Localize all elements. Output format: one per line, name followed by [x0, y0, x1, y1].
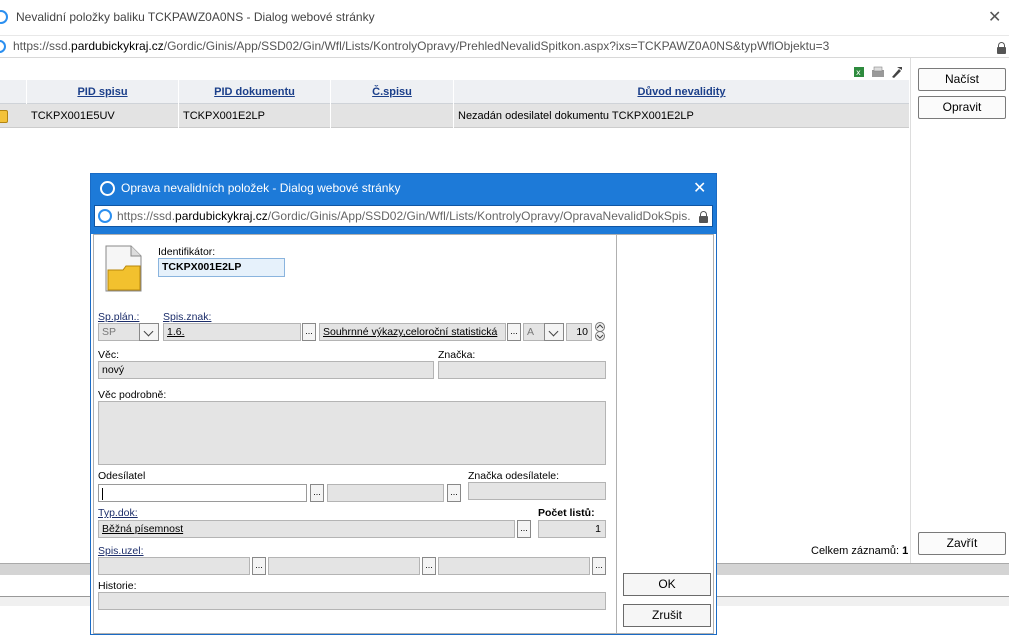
znacka-label: Značka:: [438, 349, 476, 361]
sp-plan-select[interactable]: SP: [98, 323, 140, 341]
cell-pid-spisu: TCKPX001E5UV: [27, 104, 179, 128]
skart-lhuta-field[interactable]: 10: [566, 323, 592, 341]
typ-dok-label: Typ.dok:: [98, 507, 138, 519]
spis-uzel-browse-button-1[interactable]: ...: [252, 557, 266, 575]
spis-uzel-browse-button-2[interactable]: ...: [422, 557, 436, 575]
znacka-field[interactable]: [438, 361, 606, 379]
skart-znak-select[interactable]: A: [523, 323, 545, 341]
znacka-odesilatele-field[interactable]: [468, 482, 606, 500]
outer-titlebar: Nevalidní položky baliku TCKPAWZ0A0NS - …: [0, 0, 1009, 36]
dialog-url-box: https://ssd.pardubickykraj.cz/Gordic/Gin…: [94, 205, 713, 227]
column-duvod-nevalidity[interactable]: Důvod nevalidity: [454, 80, 910, 104]
grid-header: PID spisu PID dokumentu Č.spisu Důvod ne…: [0, 80, 910, 104]
lock-icon: [997, 42, 1006, 54]
znacka-odesilatele-label: Značka odesílatele:: [468, 470, 560, 482]
odesilatel-detail-browse-button[interactable]: ...: [447, 484, 461, 502]
spis-uzel-field-2: [268, 557, 420, 575]
outer-close-icon[interactable]: ✕: [988, 7, 1001, 27]
svg-text:x: x: [856, 68, 861, 77]
odesilatel-input[interactable]: [98, 484, 307, 502]
cancel-button[interactable]: Zrušit: [623, 604, 711, 627]
pocet-listu-field[interactable]: 1: [538, 520, 606, 538]
spis-znak-desc-browse-button[interactable]: ...: [507, 323, 521, 341]
records-count: Celkem záznamů: 1: [811, 545, 909, 557]
odesilatel-detail-field: [327, 484, 444, 502]
typ-dok-browse-button[interactable]: ...: [517, 520, 531, 538]
toolbar-icons: x: [854, 66, 902, 78]
side-panel: Načíst Opravit Zavřít: [910, 58, 1009, 563]
grid-header-spacer: [0, 80, 27, 104]
cell-pid-dokumentu: TCKPX001E2LP: [179, 104, 331, 128]
text-cursor: [102, 488, 103, 500]
spis-uzel-field-1: [98, 557, 250, 575]
settings-wrench-icon[interactable]: [892, 67, 902, 78]
ie-icon: [0, 10, 8, 24]
dialog-titlebar: Oprava nevalidních položek - Dialog webo…: [91, 174, 716, 202]
dialog-title: Oprava nevalidních položek - Dialog webo…: [121, 181, 401, 195]
table-row[interactable]: TCKPX001E5UV TCKPX001E2LP Nezadán odesil…: [0, 104, 910, 128]
dialog-url: https://ssd.pardubickykraj.cz/Gordic/Gin…: [117, 209, 691, 223]
identifier-label: Identifikátor:: [158, 246, 216, 258]
load-button[interactable]: Načíst: [918, 68, 1006, 91]
odesilatel-label: Odesílatel: [98, 470, 146, 482]
cell-c-spisu: [331, 104, 454, 128]
spis-uzel-browse-button-3[interactable]: ...: [592, 557, 606, 575]
fix-dialog: Oprava nevalidních položek - Dialog webo…: [90, 173, 717, 635]
dialog-address-bar: https://ssd.pardubickykraj.cz/Gordic/Gin…: [91, 202, 716, 234]
identifier-field: TCKPX001E2LP: [158, 258, 285, 277]
skart-lhuta-stepper-icon[interactable]: [592, 322, 608, 342]
outer-address-bar: https://ssd.pardubickykraj.cz/Gordic/Gin…: [0, 36, 1009, 58]
spis-znak-browse-button[interactable]: ...: [302, 323, 316, 341]
pocet-listu-label: Počet listů:: [538, 507, 595, 519]
spis-uzel-field-3: [438, 557, 590, 575]
dialog-separator: [616, 234, 617, 634]
skart-znak-dropdown-icon[interactable]: [544, 323, 564, 341]
vec-podrobne-label: Věc podrobně:: [98, 389, 167, 401]
sp-plan-label: Sp.plán.:: [98, 311, 140, 323]
vec-field[interactable]: nový: [98, 361, 434, 379]
spis-znak-label: Spis.znak:: [163, 311, 212, 323]
spis-znak-description: Souhrnné výkazy,celoroční statistická: [319, 323, 506, 341]
ie-address-icon: [0, 40, 6, 53]
column-pid-spisu[interactable]: PID spisu: [27, 80, 179, 104]
lock-icon: [699, 211, 708, 223]
document-folder-icon: [105, 245, 142, 292]
historie-field: [98, 592, 606, 610]
close-button[interactable]: Zavřít: [918, 532, 1006, 555]
spis-znak-field[interactable]: 1.6.: [163, 323, 301, 341]
outer-url: https://ssd.pardubickykraj.cz/Gordic/Gin…: [13, 39, 830, 53]
ie-icon: [100, 181, 115, 196]
cell-duvod-nevalidity: Nezadán odesilatel dokumentu TCKPX001E2L…: [454, 104, 910, 128]
vec-podrobne-textarea[interactable]: [98, 401, 606, 465]
column-c-spisu[interactable]: Č.spisu: [331, 80, 454, 104]
column-pid-dokumentu[interactable]: PID dokumentu: [179, 80, 331, 104]
typ-dok-field[interactable]: Běžná písemnost: [98, 520, 515, 538]
ie-address-icon: [98, 209, 112, 223]
outer-window-title: Nevalidní položky baliku TCKPAWZ0A0NS - …: [16, 10, 375, 24]
spis-uzel-label: Spis.uzel:: [98, 545, 144, 557]
vec-label: Věc:: [98, 349, 120, 361]
historie-label: Historie:: [98, 580, 137, 592]
folder-icon: [0, 110, 8, 123]
odesilatel-browse-button[interactable]: ...: [310, 484, 324, 502]
dialog-close-icon[interactable]: ✕: [693, 178, 706, 198]
fix-button[interactable]: Opravit: [918, 96, 1006, 119]
sp-plan-dropdown-icon[interactable]: [139, 323, 159, 341]
ok-button[interactable]: OK: [623, 573, 711, 596]
